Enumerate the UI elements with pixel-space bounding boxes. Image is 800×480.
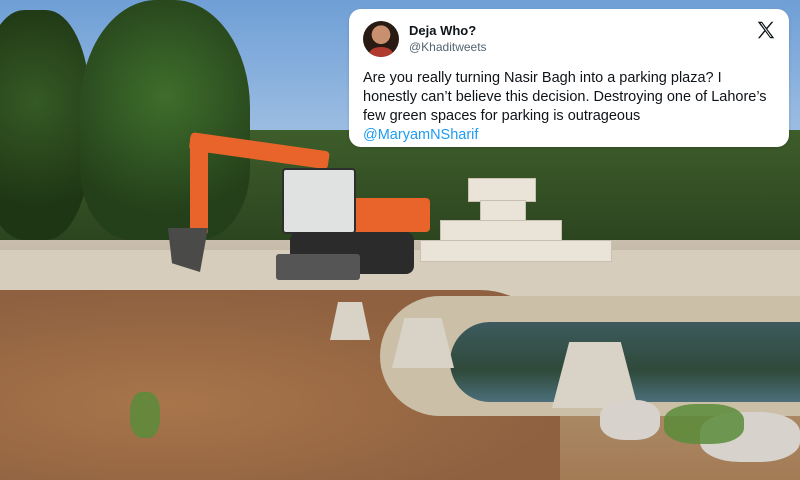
tweet-body: Are you really turning Nasir Bagh into a…: [363, 69, 775, 145]
grass-patch: [664, 404, 744, 444]
excavator-cab: [282, 168, 356, 234]
tweet-text: Are you really turning Nasir Bagh into a…: [363, 70, 767, 124]
grass-patch: [130, 392, 160, 438]
rubble: [600, 400, 660, 440]
user-handle[interactable]: @Khaditweets: [409, 39, 487, 56]
x-logo-icon: [757, 21, 775, 39]
tree-left: [0, 10, 90, 240]
tree-large: [80, 0, 250, 240]
stone-monument: [420, 178, 612, 262]
mention-link[interactable]: @MaryamNSharif: [363, 127, 478, 143]
tweet-card[interactable]: Deja Who? @Khaditweets Are you really tu…: [349, 9, 789, 147]
display-name[interactable]: Deja Who?: [409, 22, 487, 39]
excavator-blade: [276, 254, 360, 280]
author-names: Deja Who? @Khaditweets: [409, 22, 487, 56]
avatar[interactable]: [363, 21, 399, 57]
tweet-header: Deja Who? @Khaditweets: [363, 19, 775, 59]
